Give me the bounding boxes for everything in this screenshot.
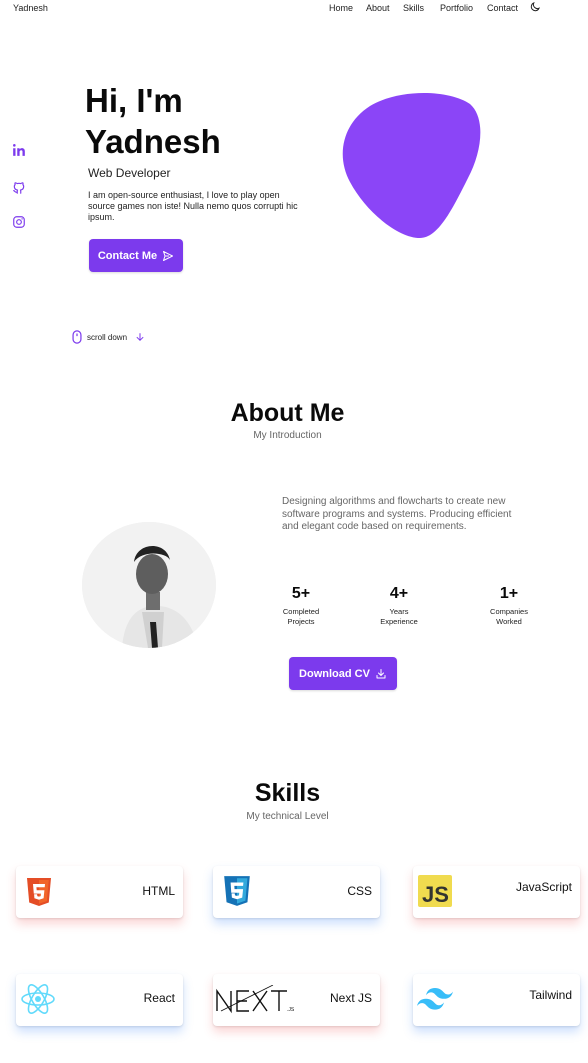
skill-label-react: React xyxy=(143,991,175,1005)
contact-me-label: Contact Me xyxy=(97,249,158,262)
nav-home[interactable]: Home xyxy=(329,3,353,13)
stat-companies-label-line2: Worked xyxy=(496,617,522,626)
css3-icon xyxy=(224,876,250,906)
tailwind-icon xyxy=(417,988,453,1010)
skills-title: Skills xyxy=(254,779,321,807)
about-subtitle: My Introduction xyxy=(253,430,322,441)
profile-photo xyxy=(82,522,216,648)
scroll-down-link[interactable]: scroll down xyxy=(71,330,145,344)
skill-card-html[interactable]: HTML xyxy=(16,866,183,918)
hero-title-line1: Hi, I'm xyxy=(85,82,183,119)
stat-companies-value: 1+ xyxy=(499,585,519,602)
skill-card-nextjs[interactable]: .JS Next JS xyxy=(213,974,380,1026)
linkedin-icon[interactable] xyxy=(12,143,26,157)
nav-contact[interactable]: Contact xyxy=(487,3,518,13)
hero-title-line2: Yadnesh xyxy=(85,123,221,160)
hero-blob-image xyxy=(342,93,481,238)
nav-about[interactable]: About xyxy=(366,3,390,13)
download-cv-label: Download CV xyxy=(299,667,370,680)
skill-card-tailwind[interactable]: Tailwind xyxy=(413,974,580,1026)
skills-subtitle: My technical Level xyxy=(246,811,329,822)
arrow-down-icon xyxy=(136,333,144,341)
stat-companies-label-line1: Companies xyxy=(490,607,528,616)
mouse-icon xyxy=(72,330,82,344)
stat-experience-label-line1: Years xyxy=(389,607,409,616)
moon-icon[interactable] xyxy=(529,1,541,13)
nav-portfolio[interactable]: Portfolio xyxy=(440,3,473,13)
svg-text:JS: JS xyxy=(422,882,449,907)
scroll-down-label: scroll down xyxy=(87,332,128,342)
stat-projects-value: 5+ xyxy=(291,585,311,602)
download-icon xyxy=(376,668,386,678)
stat-experience-label-line2: Experience xyxy=(380,617,418,626)
stat-experience-value: 4+ xyxy=(389,585,409,602)
svg-text:.JS: .JS xyxy=(287,1007,295,1013)
stat-projects-label-line2: Projects xyxy=(287,617,315,626)
about-title: About Me xyxy=(230,399,345,427)
hero-description: I am open-source enthusiast, I love to p… xyxy=(88,190,298,222)
skill-label-tailwind: Tailwind xyxy=(529,988,572,1002)
about-description: Designing algorithms and flowcharts to c… xyxy=(282,496,512,532)
javascript-icon: JS xyxy=(418,875,452,907)
contact-me-button[interactable]: Contact Me xyxy=(89,239,183,272)
react-icon xyxy=(21,984,55,1014)
github-icon[interactable] xyxy=(12,181,26,195)
stat-companies: 1+ Companies Worked xyxy=(469,585,549,627)
instagram-icon[interactable] xyxy=(12,215,26,229)
stat-experience: 4+ Years Experience xyxy=(359,585,439,627)
skill-card-css[interactable]: CSS xyxy=(213,866,380,918)
skill-card-react[interactable]: React xyxy=(16,974,183,1026)
stat-projects: 5+ Completed Projects xyxy=(261,585,341,627)
skill-label-nextjs: Next JS xyxy=(329,991,372,1005)
send-icon xyxy=(163,250,174,261)
hero-subtitle: Web Developer xyxy=(88,166,171,180)
brand-logo[interactable]: Yadnesh xyxy=(13,3,48,13)
html5-icon xyxy=(27,878,51,906)
stat-projects-label-line1: Completed xyxy=(282,607,320,616)
nav-skills[interactable]: Skills xyxy=(403,3,424,13)
download-cv-button[interactable]: Download CV xyxy=(289,657,397,690)
skill-label-css: CSS xyxy=(347,884,372,898)
nextjs-icon: .JS xyxy=(216,985,295,1014)
skill-label-javascript: JavaScript xyxy=(515,880,572,894)
hero-title: Hi, I'm Yadnesh xyxy=(85,80,221,162)
skill-card-javascript[interactable]: JS JavaScript xyxy=(413,866,580,918)
skill-label-html: HTML xyxy=(142,884,175,898)
